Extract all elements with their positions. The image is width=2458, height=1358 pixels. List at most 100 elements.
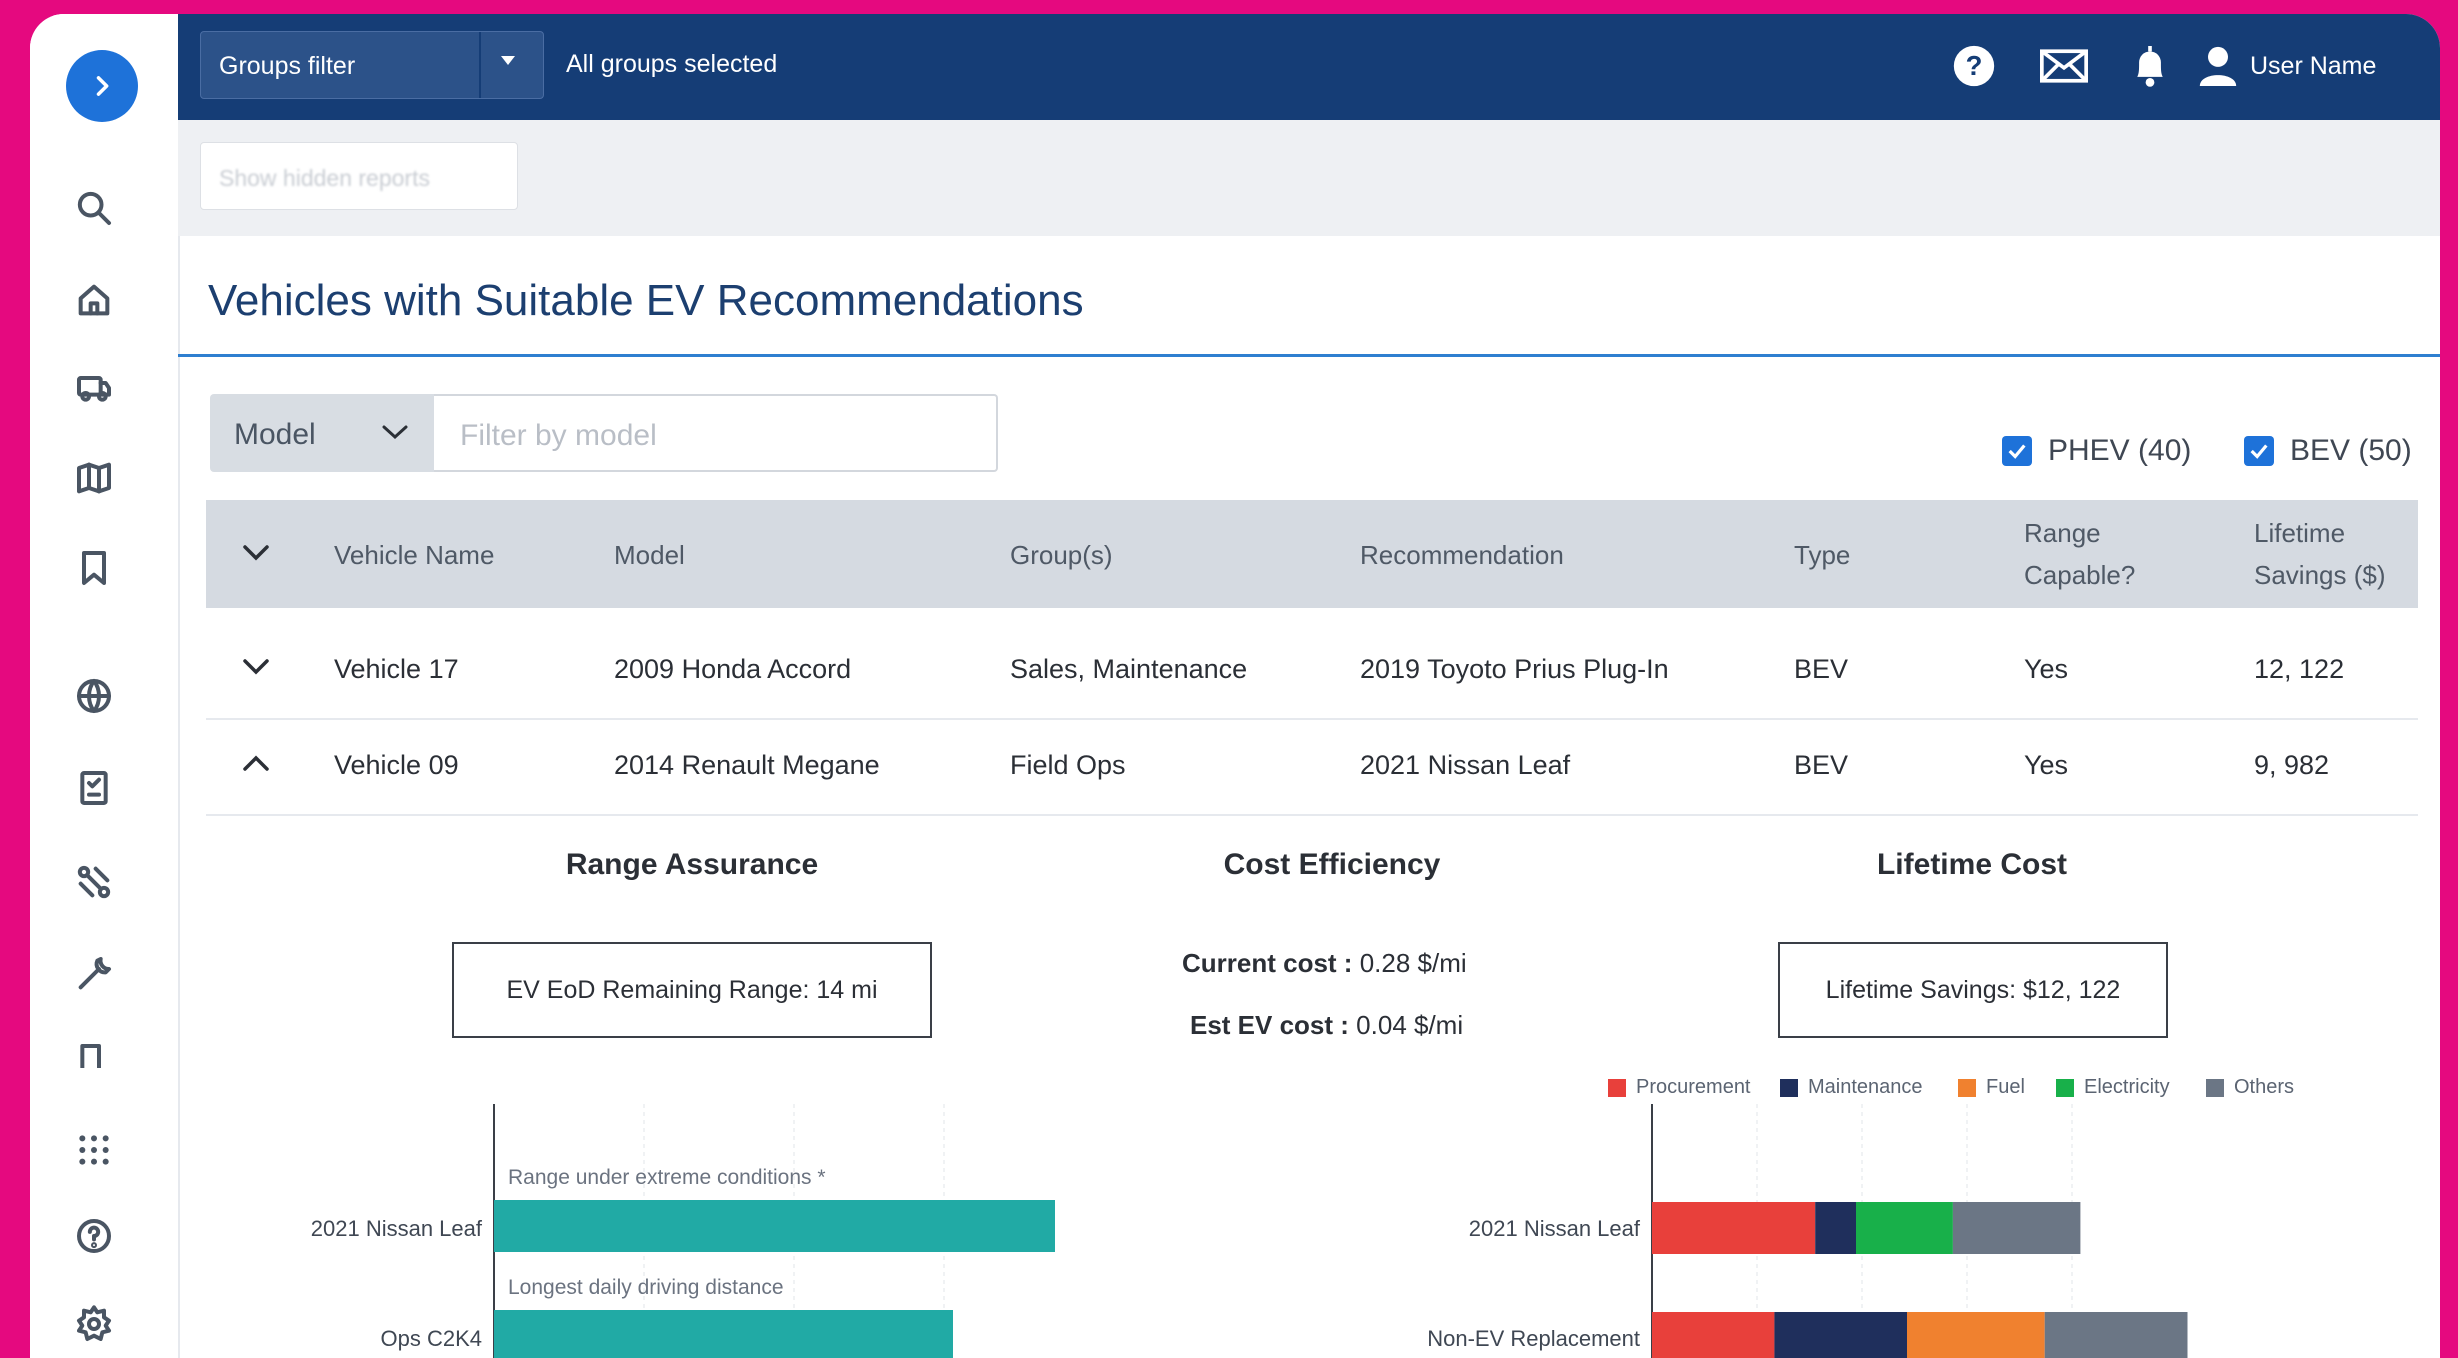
map-icon[interactable] xyxy=(70,454,118,502)
phev-checkbox[interactable]: PHEV (40) xyxy=(2002,434,2191,468)
expand-sidebar-button[interactable] xyxy=(66,50,138,122)
cell-model: 2009 Honda Accord xyxy=(614,654,852,684)
bar-annotation: Range under extreme conditions * xyxy=(508,1166,826,1189)
bar-segment-electricity xyxy=(1856,1202,1953,1254)
checklist-icon[interactable] xyxy=(70,764,118,812)
category-label: 2021 Nissan Leaf xyxy=(1469,1216,1641,1241)
collapse-row-chevron-icon[interactable] xyxy=(240,752,272,774)
remaining-range-box: EV EoD Remaining Range: 14 mi xyxy=(452,942,932,1038)
header-lifetime-savings[interactable]: Lifetime Savings ($) xyxy=(2254,512,2386,596)
search-icon[interactable] xyxy=(70,184,118,232)
model-filter-placeholder: Filter by model xyxy=(460,419,657,452)
globe-icon[interactable] xyxy=(70,672,118,720)
header-vehicle-name[interactable]: Vehicle Name xyxy=(334,534,494,576)
help-icon[interactable]: ? xyxy=(1948,40,2000,92)
cell-vehicle-name: Vehicle 09 xyxy=(334,750,459,780)
table-row[interactable]: Vehicle 17 2009 Honda Accord Sales, Main… xyxy=(206,624,2418,720)
chevron-down-icon xyxy=(382,425,408,440)
vehicle-icon[interactable] xyxy=(70,364,118,412)
groups-filter-dropdown[interactable]: Groups filter xyxy=(200,31,544,99)
checkmark-icon xyxy=(2002,436,2032,466)
dropdown-divider xyxy=(479,32,481,98)
fuel-icon[interactable] xyxy=(70,1044,118,1068)
cell-recommendation: 2021 Nissan Leaf xyxy=(1360,750,1571,780)
lifetime-cost-title: Lifetime Cost xyxy=(1876,848,2068,881)
groups-filter-label: Groups filter xyxy=(219,52,356,80)
current-cost-value: 0.28 $/mi xyxy=(1359,948,1467,978)
groups-status-text: All groups selected xyxy=(566,50,778,78)
svg-text:?: ? xyxy=(1966,50,1983,81)
bookmark-icon[interactable] xyxy=(70,544,118,592)
cell-lifetime-savings: 9, 982 xyxy=(2254,750,2330,780)
sub-toolbar: Show hidden reports xyxy=(178,120,2440,236)
header-model[interactable]: Model xyxy=(614,534,685,576)
filter-field-select[interactable]: Model xyxy=(210,394,434,472)
category-label: Ops C2K4 xyxy=(381,1326,483,1351)
header-recommendation[interactable]: Recommendation xyxy=(1360,534,1564,576)
chevron-right-icon xyxy=(96,76,109,96)
header-range-capable[interactable]: Range Capable? xyxy=(2024,512,2135,596)
filter-field-label: Model xyxy=(234,418,316,451)
route-icon[interactable] xyxy=(70,858,118,906)
legend-item-maintenance: Maintenance xyxy=(1780,1076,1923,1099)
bar-segment-others xyxy=(2044,1312,2188,1358)
cell-type: BEV xyxy=(1794,750,1849,780)
help-icon[interactable] xyxy=(70,1212,118,1260)
settings-icon[interactable] xyxy=(70,1300,118,1348)
legend-item-electricity: Electricity xyxy=(2056,1076,2170,1099)
cell-vehicle-name: Vehicle 17 xyxy=(334,654,459,684)
bell-icon[interactable] xyxy=(2124,40,2176,92)
bar-annotation: Longest daily driving distance xyxy=(508,1276,784,1299)
cell-type: BEV xyxy=(1794,654,1849,684)
user-name[interactable]: User Name xyxy=(2250,52,2376,81)
table-header: Vehicle Name Model Group(s) Recommendati… xyxy=(206,500,2418,608)
legend-item-fuel: Fuel xyxy=(1958,1076,2025,1099)
legend-item-procurement: Procurement xyxy=(1608,1076,1751,1099)
est-cost-label: Est EV cost : xyxy=(1190,1010,1349,1040)
mail-icon[interactable] xyxy=(2038,40,2090,92)
current-cost-label: Current cost : xyxy=(1182,948,1353,978)
bar-segment-maintenance xyxy=(1815,1202,1856,1254)
est-ev-cost: Est EV cost : 0.04 $/mi xyxy=(1190,1010,1463,1041)
header-savings-line2: Savings ($) xyxy=(2254,560,2386,590)
checkmark-icon xyxy=(2244,436,2274,466)
est-cost-value: 0.04 $/mi xyxy=(1356,1010,1464,1040)
current-cost: Current cost : 0.28 $/mi xyxy=(1182,948,1467,979)
sidebar xyxy=(30,14,180,1358)
range-assurance-title: Range Assurance xyxy=(565,848,819,881)
category-label: Non-EV Replacement xyxy=(1427,1326,1640,1351)
bar-1 xyxy=(494,1310,953,1358)
cell-range-capable: Yes xyxy=(2024,654,2069,684)
bar-segment-fuel xyxy=(1907,1312,2045,1358)
wrench-icon[interactable] xyxy=(70,950,118,998)
hidden-reports-dropdown[interactable]: Show hidden reports xyxy=(200,142,518,210)
collapse-all-chevron-icon[interactable] xyxy=(240,542,272,564)
header-type[interactable]: Type xyxy=(1794,534,1850,576)
cell-model: 2014 Renault Megane xyxy=(614,750,880,780)
cell-groups: Field Ops xyxy=(1010,750,1126,780)
legend-item-others: Others xyxy=(2206,1076,2294,1099)
cell-lifetime-savings: 12, 122 xyxy=(2254,654,2345,684)
header-range-line1: Range xyxy=(2024,518,2101,548)
expand-row-chevron-icon[interactable] xyxy=(240,656,272,678)
model-filter-input[interactable]: Filter by model xyxy=(434,394,998,472)
header-savings-line1: Lifetime xyxy=(2254,518,2346,548)
cell-groups: Sales, Maintenance xyxy=(1010,654,1248,684)
header-range-line2: Capable? xyxy=(2024,560,2136,590)
bev-checkbox[interactable]: BEV (50) xyxy=(2244,434,2412,468)
app-window: Groups filter All groups selected ? User… xyxy=(30,14,2440,1358)
phev-label: PHEV (40) xyxy=(2048,434,2192,467)
bar-segment-procurement xyxy=(1652,1312,1775,1358)
bev-label: BEV (50) xyxy=(2290,434,2412,467)
user-avatar-icon[interactable] xyxy=(2192,40,2244,92)
cost-efficiency-title: Cost Efficiency xyxy=(1223,848,1441,881)
apps-grid-icon[interactable] xyxy=(70,1126,118,1174)
home-icon[interactable] xyxy=(70,276,118,324)
table-row[interactable]: Vehicle 09 2014 Renault Megane Field Ops… xyxy=(206,720,2418,816)
bar-0 xyxy=(494,1200,1055,1252)
top-bar: Groups filter All groups selected ? User… xyxy=(178,14,2440,120)
header-groups[interactable]: Group(s) xyxy=(1010,534,1113,576)
cell-range-capable: Yes xyxy=(2024,750,2069,780)
hidden-reports-label: Show hidden reports xyxy=(219,165,430,191)
page-title: Vehicles with Suitable EV Recommendation… xyxy=(208,276,1084,325)
